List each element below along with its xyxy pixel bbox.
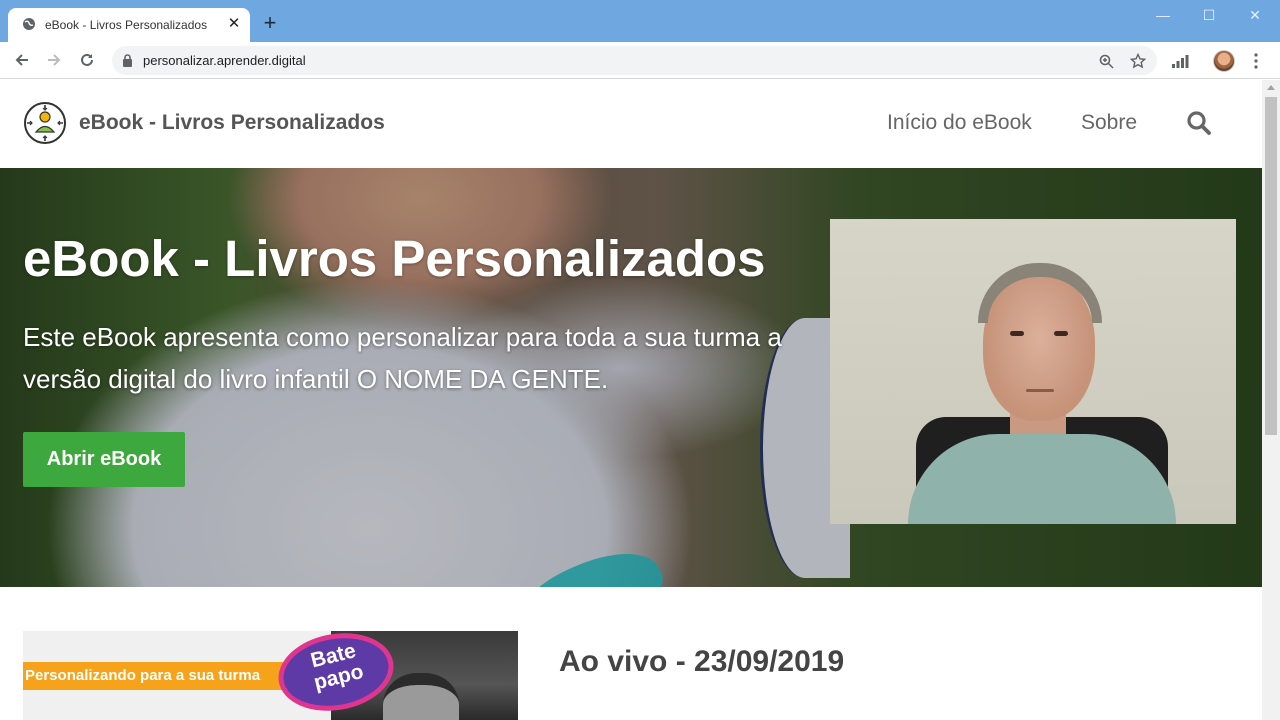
webcam-overlay	[830, 219, 1236, 524]
back-arrow-icon[interactable]	[12, 50, 32, 70]
webcam-eye-left	[1010, 331, 1024, 336]
hero-subtitle: Este eBook apresenta como personalizar p…	[23, 322, 782, 394]
tab-close-icon[interactable]: ✕	[226, 16, 242, 32]
new-tab-button[interactable]: +	[260, 12, 280, 34]
page-viewport: eBook - Livros Personalizados Início do …	[0, 80, 1262, 720]
browser-toolbar: personalizar.aprender.digital	[0, 42, 1280, 79]
page-scrollbar[interactable]	[1262, 80, 1280, 720]
url-text: personalizar.aprender.digital	[143, 53, 306, 68]
close-window-button[interactable]: ✕	[1243, 6, 1267, 24]
webcam-eye-right	[1054, 331, 1068, 336]
profile-avatar[interactable]	[1213, 50, 1235, 72]
site-title[interactable]: eBook - Livros Personalizados	[79, 111, 385, 135]
reload-icon[interactable]	[77, 50, 97, 70]
site-logo-icon[interactable]	[23, 101, 67, 145]
star-icon[interactable]	[1129, 52, 1147, 70]
open-ebook-button[interactable]: Abrir eBook	[23, 432, 185, 487]
maximize-button[interactable]: ☐	[1197, 6, 1221, 24]
nav-link-inicio[interactable]: Início do eBook	[887, 111, 1032, 135]
webcam-mouth	[1026, 389, 1054, 392]
signal-icon[interactable]	[1169, 50, 1191, 72]
globe-icon	[22, 17, 36, 36]
search-icon[interactable]	[1186, 110, 1212, 136]
scroll-up-arrow-icon[interactable]	[1267, 85, 1275, 90]
lock-icon	[122, 54, 133, 72]
address-bar[interactable]: personalizar.aprender.digital	[112, 46, 1157, 75]
live-heading: Ao vivo - 23/09/2019	[559, 645, 845, 678]
nav-link-sobre[interactable]: Sobre	[1081, 111, 1137, 135]
minimize-button[interactable]: —	[1151, 6, 1175, 24]
browser-tab-strip: eBook - Livros Personalizados ✕ + — ☐ ✕	[0, 0, 1280, 42]
site-header: eBook - Livros Personalizados Início do …	[0, 80, 1262, 168]
scrollbar-thumb[interactable]	[1265, 97, 1277, 435]
thumbnail-banner: Personalizando para a sua turma	[23, 662, 293, 690]
webcam-hair	[978, 263, 1102, 323]
kebab-menu-icon[interactable]	[1245, 50, 1267, 72]
browser-tab[interactable]: eBook - Livros Personalizados ✕	[8, 8, 250, 42]
live-section: Personalizando para a sua turma Bate pap…	[0, 587, 1262, 720]
tab-title: eBook - Livros Personalizados	[45, 18, 208, 32]
zoom-icon[interactable]	[1097, 52, 1115, 70]
thumbnail-person	[383, 673, 459, 720]
forward-arrow-icon[interactable]	[44, 50, 64, 70]
live-video-thumbnail[interactable]: Personalizando para a sua turma Bate pap…	[23, 631, 518, 720]
hero-title: eBook - Livros Personalizados	[23, 230, 766, 287]
